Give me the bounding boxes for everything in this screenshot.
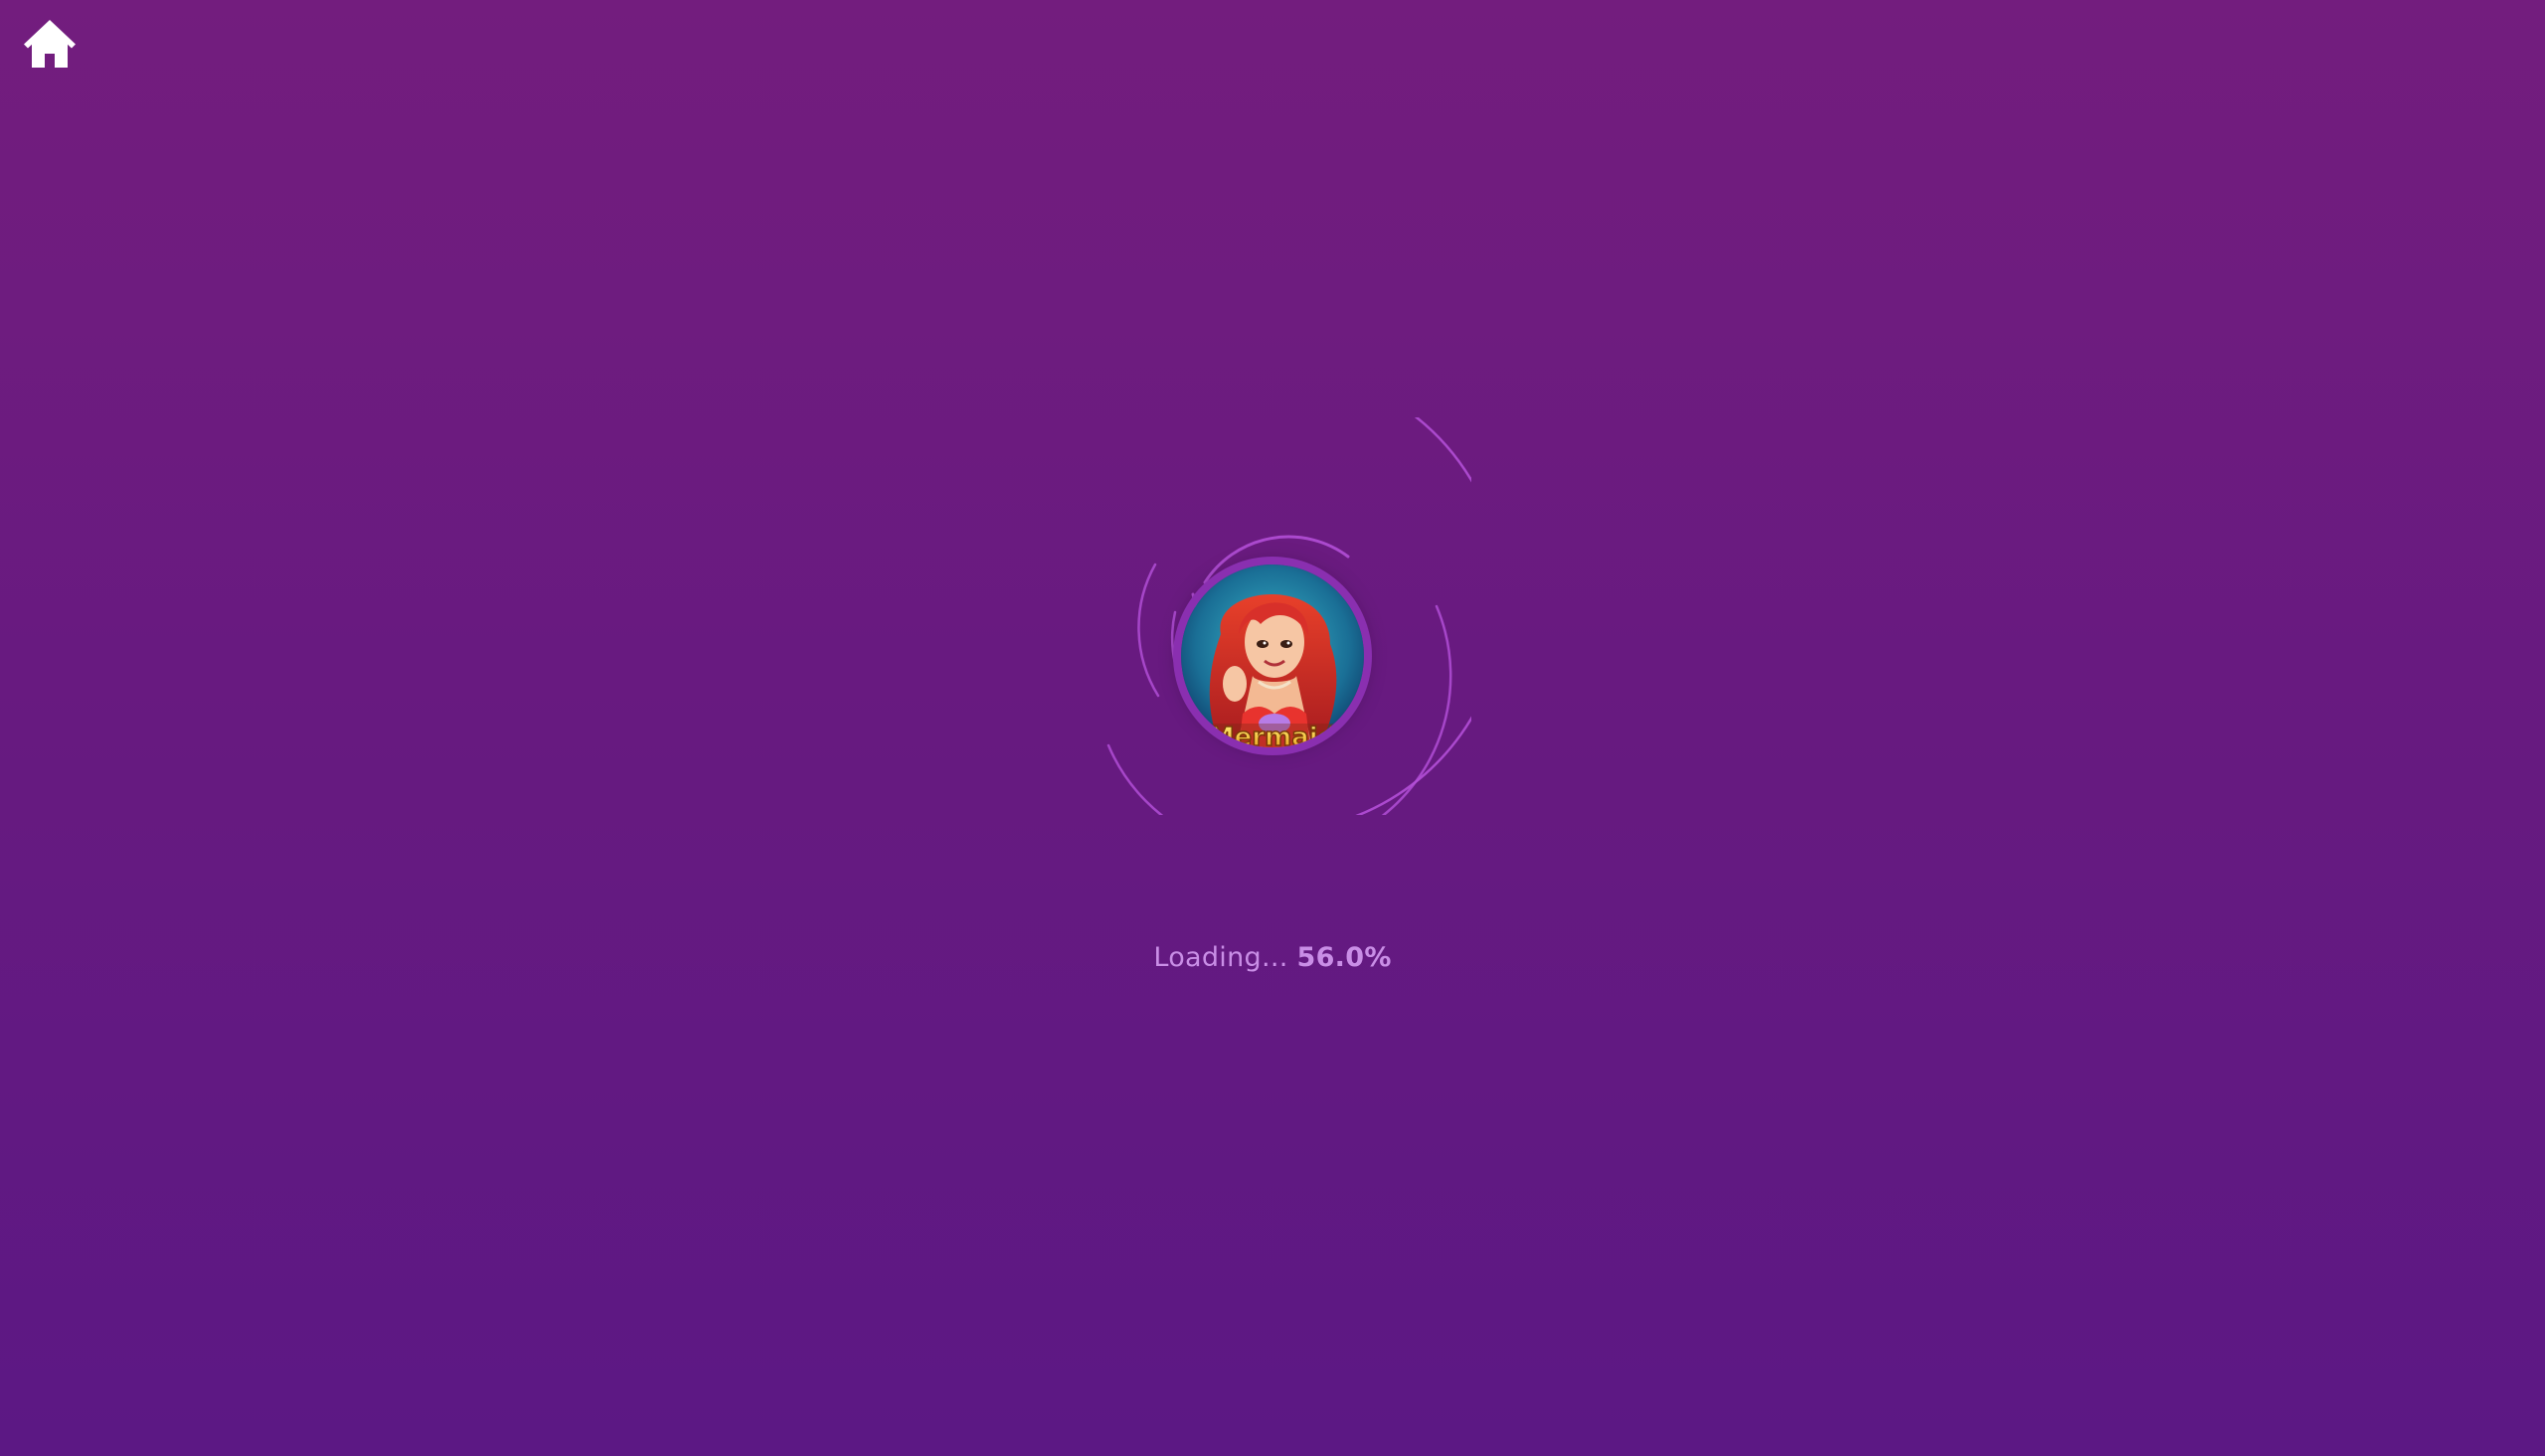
loading-spinner: Mermaid Loading... 56.0% [1074, 417, 1471, 973]
loading-status-text: Loading... 56.0% [1074, 942, 1471, 973]
loading-label: Loading... [1153, 942, 1288, 973]
loading-percent: 56.0% [1296, 942, 1392, 973]
home-icon [22, 16, 78, 72]
home-button[interactable] [22, 16, 78, 72]
game-logo-avatar: Mermaid [1181, 565, 1364, 747]
